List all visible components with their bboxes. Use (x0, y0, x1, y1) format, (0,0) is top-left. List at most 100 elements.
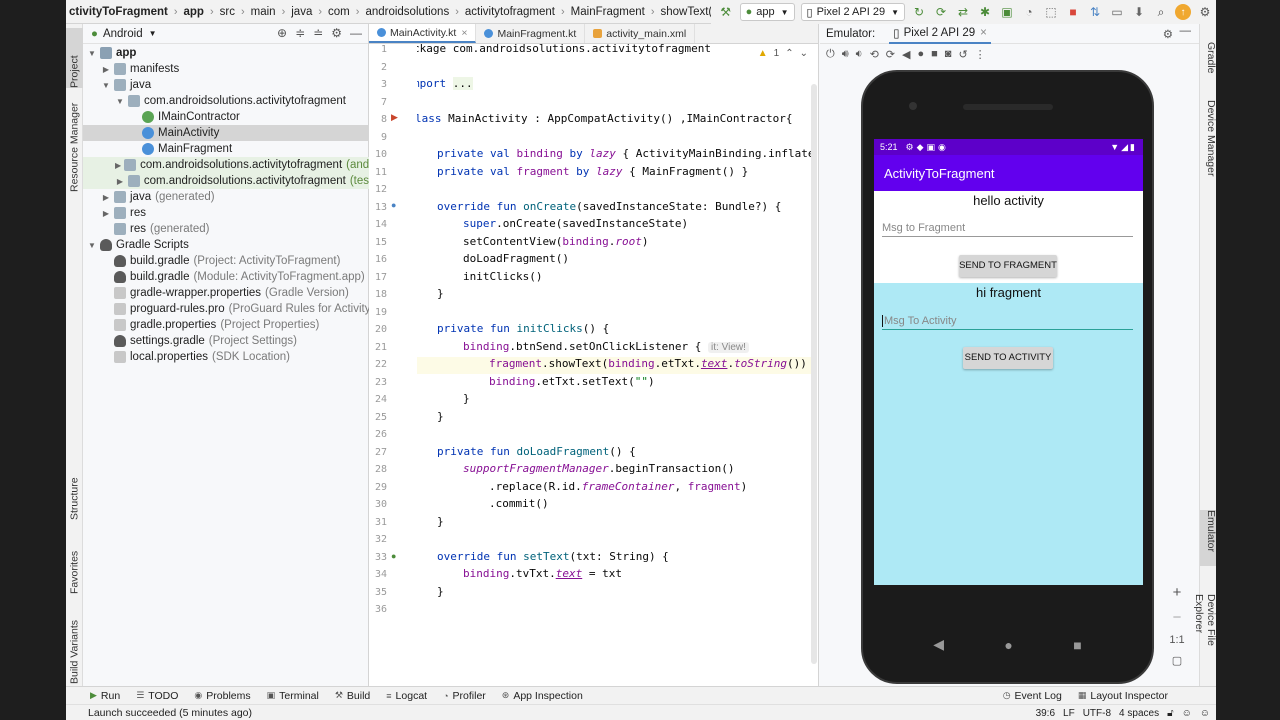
caret-position[interactable]: 39:6 (1036, 708, 1055, 719)
snapshot-icon[interactable]: ↺ (958, 48, 967, 61)
device-manager-icon[interactable]: ▭ (1109, 4, 1125, 20)
tree-item-res[interactable]: ▶ res (83, 205, 369, 221)
nav-recents-icon[interactable]: ■ (1073, 637, 1081, 653)
tab-mainactivity[interactable]: MainActivity.kt × (369, 24, 477, 43)
file-encoding[interactable]: UTF-8 (1083, 708, 1111, 719)
volume-up-icon[interactable]: 🔊︎ (842, 48, 849, 61)
chevron-down-icon[interactable]: ⌄ (800, 48, 808, 59)
tree-item-settings-gradle[interactable]: settings.gradle (Project Settings) (83, 333, 369, 349)
nav-home-icon[interactable]: ● (1004, 637, 1012, 653)
tree-item-local-properties[interactable]: local.properties (SDK Location) (83, 349, 369, 365)
tree-item-imaincontractor[interactable]: IMainContractor (83, 109, 369, 125)
line-separator[interactable]: LF (1063, 708, 1075, 719)
implements-gutter-icon[interactable]: ● (391, 551, 396, 561)
breadcrumb-src[interactable]: src (217, 6, 238, 18)
gear-icon[interactable]: ⚙ (1163, 27, 1173, 41)
project-view-selector[interactable]: ● Android ▼ ⊕ ≑ ≐ ⚙ — (83, 24, 368, 44)
hide-icon[interactable]: — (350, 26, 362, 40)
breadcrumb-project[interactable]: ctivityToFragment (66, 6, 171, 18)
lock-icon[interactable]: 🔓︎ (1167, 708, 1173, 719)
tree-item-mainfragment[interactable]: MainFragment (83, 141, 369, 157)
indent-setting[interactable]: 4 spaces (1119, 708, 1159, 719)
tree-item-build-gradle-module[interactable]: build.gradle (Module: ActivityToFragment… (83, 269, 369, 285)
chevron-up-icon[interactable]: ⌃ (785, 48, 793, 59)
volume-down-icon[interactable]: 🔉︎ (856, 48, 863, 61)
tree-item-manifests[interactable]: ▶ manifests (83, 61, 369, 77)
fragment-message-input[interactable]: Msg to Fragment (882, 222, 1133, 237)
inspection-widget[interactable]: ▲ 1 ⌃ ⌄ (758, 48, 808, 59)
code-area[interactable]: ckage com.androidsolutions.activitytofra… (417, 44, 817, 686)
bottom-tab-problems[interactable]: ◉ Problems (186, 690, 258, 702)
rerun-icon[interactable]: ↻ (911, 4, 927, 20)
zoom-actual-size[interactable]: 1:1 (1169, 634, 1184, 646)
debug-icon[interactable]: ✱ (977, 4, 993, 20)
back-icon[interactable]: ◀ (902, 48, 910, 61)
tool-tab-device-manager[interactable]: Device Manager (1200, 100, 1216, 192)
breadcrumb-module[interactable]: app (181, 6, 207, 18)
bottom-tab-profiler[interactable]: ◔ Profiler (435, 690, 494, 702)
bottom-tab-terminal[interactable]: ▣ Terminal (259, 690, 327, 702)
tree-item-java[interactable]: ▼ java (83, 77, 369, 93)
override-gutter-icon[interactable]: ● (391, 200, 396, 210)
emulator-device-tab[interactable]: ▯ Pixel 2 API 29 × (889, 24, 991, 44)
tool-tab-build-variants[interactable]: Build Variants (66, 604, 83, 684)
zoom-in-icon[interactable]: + (1173, 584, 1182, 601)
bottom-tab-app-inspection[interactable]: ⊛ App Inspection (494, 690, 591, 702)
tool-tab-resource-manager[interactable]: Resource Manager (66, 92, 83, 192)
coverage-icon[interactable]: ▣ (999, 4, 1015, 20)
bottom-tab-event-log[interactable]: ◷ Event Log (995, 690, 1070, 702)
sync-gradle-icon[interactable]: ⇅ (1087, 4, 1103, 20)
bottom-tab-run[interactable]: ▶ Run (82, 690, 128, 702)
tree-item-package[interactable]: ▼ com.androidsolutions.activitytofragmen… (83, 93, 369, 109)
tree-item-java-generated[interactable]: ▶ java (generated) (83, 189, 369, 205)
tool-tab-gradle[interactable]: Gradle (1200, 42, 1216, 86)
bottom-tab-logcat[interactable]: ≡ Logcat (378, 690, 435, 702)
tab-mainfragment[interactable]: MainFragment.kt (476, 24, 586, 43)
gear-icon[interactable]: ⚙ (331, 26, 342, 40)
tree-item-gradle-wrapper[interactable]: gradle-wrapper.properties (Gradle Versio… (83, 285, 369, 301)
home-icon[interactable]: ● (917, 48, 924, 60)
tool-tab-structure[interactable]: Structure (66, 470, 83, 520)
tree-item-res-generated[interactable]: res (generated) (83, 221, 369, 237)
breadcrumb-main[interactable]: main (248, 6, 279, 18)
run-gutter-icon[interactable]: ▶ (391, 112, 398, 123)
tree-item-proguard[interactable]: proguard-rules.pro (ProGuard Rules for A… (83, 301, 369, 317)
rotate-right-icon[interactable]: ⟳ (886, 48, 895, 61)
editor-scrollbar[interactable] (811, 84, 817, 664)
close-icon[interactable]: × (461, 27, 467, 39)
smiley-icon[interactable]: ☺ (1200, 708, 1210, 719)
settings-icon[interactable]: ⚙ (1197, 4, 1213, 20)
tree-item-package-androidtest[interactable]: ▶ com.androidsolutions.activitytofragmen… (83, 157, 369, 173)
build-hammer-icon[interactable]: ⚒ (718, 4, 734, 20)
breadcrumb-androidsolutions[interactable]: androidsolutions (362, 6, 452, 18)
tree-item-gradle-scripts[interactable]: ▼ Gradle Scripts (83, 237, 369, 253)
device-select[interactable]: ▯ Pixel 2 API 29 ▼ (800, 3, 905, 21)
bottom-tab-build[interactable]: ⚒ Build (327, 690, 378, 702)
apply-changes-icon[interactable]: ⟳ (933, 4, 949, 20)
run-config-select[interactable]: ● app ▼ (739, 3, 795, 21)
breadcrumb-mainfragment[interactable]: MainFragment (568, 6, 648, 18)
overview-icon[interactable]: ■ (931, 48, 938, 60)
tree-item-gradle-properties[interactable]: gradle.properties (Project Properties) (83, 317, 369, 333)
collapse-all-icon[interactable]: ≐ (313, 26, 323, 40)
zoom-fit-icon[interactable]: ▢ (1172, 654, 1182, 667)
tool-tab-device-file-explorer[interactable]: Device File Explorer (1193, 594, 1216, 684)
screenshot-icon[interactable]: ◙ (945, 48, 952, 60)
stop-icon[interactable]: ■ (1065, 4, 1081, 20)
bottom-tab-layout-inspector[interactable]: ▦ Layout Inspector (1070, 690, 1176, 702)
locate-icon[interactable]: ⊕ (277, 26, 287, 40)
expand-all-icon[interactable]: ≑ (295, 26, 305, 40)
search-icon[interactable]: ⌕ (1153, 4, 1169, 20)
send-to-activity-button[interactable]: SEND TO ACTIVITY (963, 347, 1053, 369)
tab-activity-main-xml[interactable]: activity_main.xml (585, 24, 696, 43)
attach-debugger-icon[interactable]: ⬚ (1043, 4, 1059, 20)
close-icon[interactable]: × (980, 27, 987, 39)
tool-tab-favorites[interactable]: Favorites (66, 538, 83, 594)
smiley-icon[interactable]: ☺ (1182, 708, 1192, 719)
tree-item-app[interactable]: ▼ app (83, 45, 369, 61)
tree-item-mainactivity[interactable]: MainActivity (83, 125, 369, 141)
breadcrumb-com[interactable]: com (325, 6, 353, 18)
rotate-left-icon[interactable]: ⟲ (870, 48, 879, 61)
breadcrumb-activitytofragment[interactable]: activitytofragment (462, 6, 558, 18)
send-to-fragment-button[interactable]: SEND TO FRAGMENT (959, 255, 1057, 277)
